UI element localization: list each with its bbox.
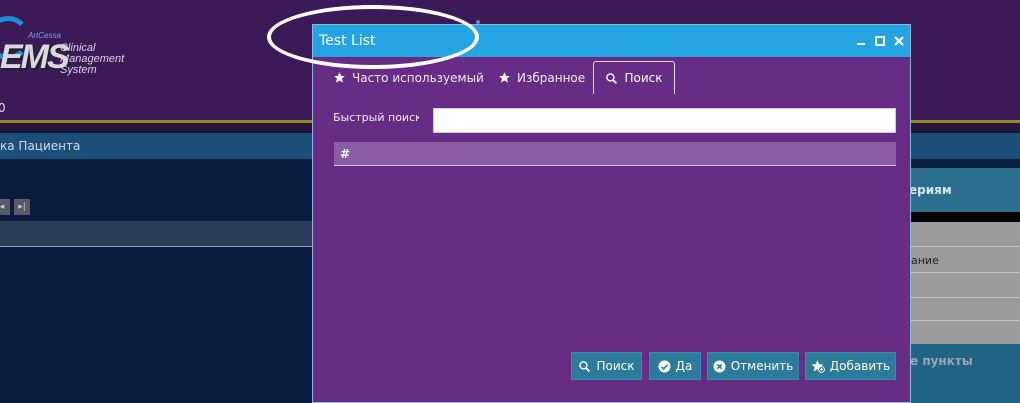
right-list-divider bbox=[911, 297, 1020, 298]
cancel-button-label: Отменить bbox=[730, 359, 794, 373]
test-list-dialog: Test List Часто используемый Избранное П… bbox=[312, 24, 911, 403]
grid-column-number[interactable]: # bbox=[340, 147, 350, 161]
tab-patient-card[interactable]: ка Пациента bbox=[0, 139, 80, 153]
star-icon bbox=[333, 71, 346, 84]
star-icon bbox=[498, 71, 511, 84]
star-add-icon bbox=[811, 359, 825, 373]
pager-prev-button[interactable]: ◂ bbox=[0, 199, 10, 215]
minimize-icon[interactable] bbox=[854, 34, 868, 48]
cancel-circle-icon bbox=[713, 360, 726, 373]
highlight-ellipse bbox=[267, 5, 479, 69]
right-list-divider bbox=[911, 246, 1020, 247]
version-text: 0 bbox=[0, 101, 6, 115]
add-button[interactable]: Добавить bbox=[805, 352, 896, 380]
search-button-label: Поиск bbox=[596, 359, 635, 373]
right-list-divider bbox=[911, 320, 1020, 321]
tab-label: Часто используемый bbox=[352, 70, 484, 85]
results-grid-header: # bbox=[334, 142, 896, 166]
tab-search[interactable]: Поиск bbox=[593, 61, 675, 94]
yes-button[interactable]: Да bbox=[649, 352, 701, 380]
maximize-icon[interactable] bbox=[873, 34, 887, 48]
right-footer-label[interactable]: е пункты bbox=[910, 354, 973, 368]
tab-label: Избранное bbox=[517, 70, 586, 85]
left-grid-header-row bbox=[0, 221, 314, 247]
yes-button-label: Да bbox=[675, 359, 693, 373]
app-logo-brand: ArtCessa bbox=[28, 31, 61, 40]
annotation-dot bbox=[476, 20, 480, 24]
cancel-button[interactable]: Отменить bbox=[707, 352, 799, 380]
add-button-label: Добавить bbox=[829, 359, 891, 373]
tab-favorites[interactable]: Избранное bbox=[492, 61, 591, 94]
tab-label: Поиск bbox=[624, 71, 663, 85]
right-panel-separator bbox=[911, 212, 1020, 222]
quick-search-input[interactable] bbox=[433, 108, 896, 133]
right-panel-header-label: ериям bbox=[909, 183, 952, 197]
right-tab-bar[interactable] bbox=[911, 133, 1020, 159]
quick-search-label: Быстрый поиск bbox=[333, 111, 419, 124]
search-icon bbox=[605, 72, 618, 85]
right-panel-footer bbox=[911, 344, 1020, 403]
right-list-divider bbox=[911, 272, 1020, 273]
app-logo-mark: EMS bbox=[0, 38, 70, 76]
right-list-item[interactable]: ание bbox=[911, 254, 939, 267]
search-button[interactable]: Поиск bbox=[571, 352, 642, 380]
search-icon bbox=[578, 360, 591, 373]
right-panel-list bbox=[911, 222, 1020, 344]
close-icon[interactable] bbox=[892, 34, 906, 48]
app-logo-text: Clinical Management System bbox=[60, 43, 124, 76]
logo-line-3: System bbox=[60, 64, 97, 76]
check-circle-icon bbox=[658, 360, 671, 373]
pager-last-button[interactable]: ▸| bbox=[14, 199, 30, 215]
